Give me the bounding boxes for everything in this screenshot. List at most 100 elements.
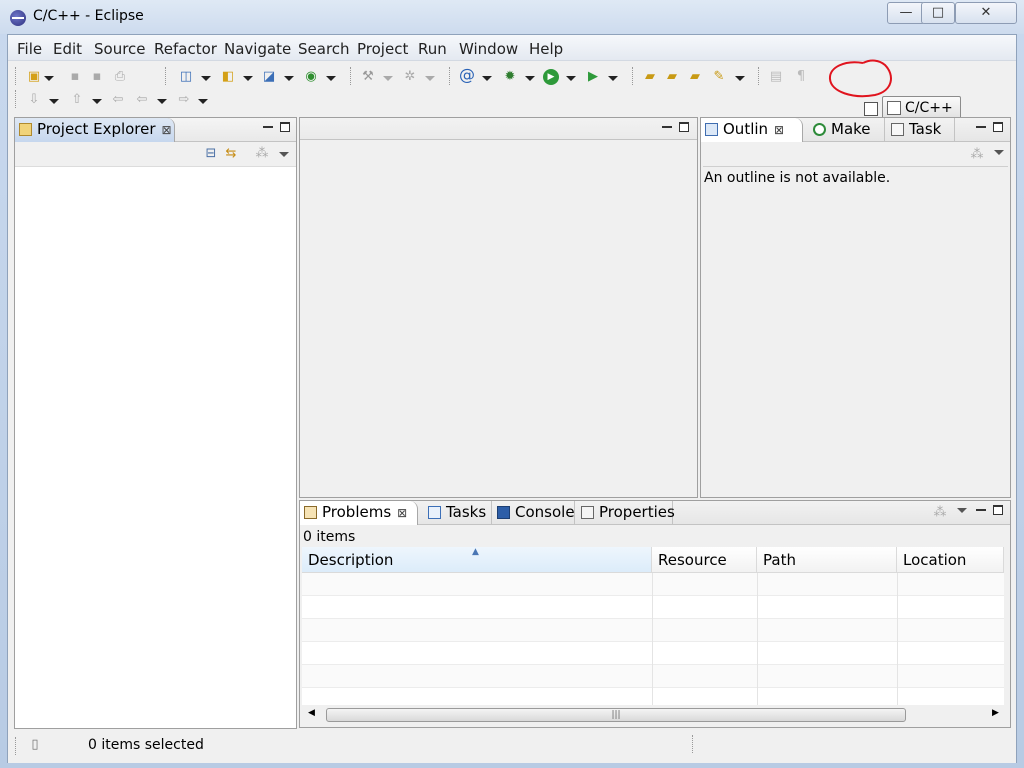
view-menu-icon[interactable] [994,150,1004,155]
view-menu-filter-icon[interactable]: ⁂ [254,146,270,162]
task-list-icon [891,123,904,136]
scroll-right-icon[interactable]: ▶ [992,708,999,718]
column-header-location[interactable]: Location [897,547,1004,573]
menu-project[interactable]: Project [357,40,408,58]
maximize-editor-icon[interactable] [679,122,689,132]
run-icon[interactable]: ▶ [543,69,559,85]
menu-navigate[interactable]: Navigate [224,40,291,58]
new-class-icon[interactable]: ◉ [303,69,319,85]
view-menu-icon[interactable] [279,152,289,157]
close-button[interactable]: ✕ [955,2,1017,24]
maximize-view-icon[interactable] [280,122,290,132]
menu-window[interactable]: Window [459,40,518,58]
new-source-file-icon[interactable]: ◪ [261,69,277,85]
toolbar-separator [632,67,633,85]
maximize-view-icon[interactable] [993,122,1003,132]
new-source-folder-icon[interactable]: ◧ [220,69,236,85]
search-at-icon[interactable]: @ [459,67,475,83]
tools-pen-icon[interactable]: ✎ [711,69,727,85]
menu-edit[interactable]: Edit [53,40,82,58]
external-tools-icon[interactable]: ▶ [585,69,601,85]
column-header-resource[interactable]: Resource [652,547,757,573]
build-dropdown-icon[interactable] [383,76,393,81]
close-tab-icon[interactable]: ⊠ [774,123,784,137]
annotation-prev-dropdown-icon[interactable] [92,99,102,104]
new-class-dropdown-icon[interactable] [326,76,336,81]
menu-bar: File Edit Source Refactor Navigate Searc… [8,35,1016,61]
view-menu-filter-icon[interactable]: ⁂ [932,505,948,521]
print-icon[interactable]: ⎙ [112,69,128,85]
back-icon[interactable]: ⇦ [134,92,150,108]
menu-search[interactable]: Search [298,40,350,58]
collapse-all-icon[interactable]: ⊟ [203,146,219,162]
tab-tasks[interactable]: Tasks [424,501,492,525]
cpp-perspective-icon [887,101,901,115]
tab-outline[interactable]: Outlin ⊠ [701,118,803,142]
new-dropdown-icon[interactable] [44,76,54,81]
tab-label: Project Explorer [37,120,156,138]
menu-run[interactable]: Run [418,40,447,58]
scrollbar-thumb[interactable]: ||| [326,708,906,722]
link-with-editor-icon[interactable]: ⇆ [223,146,239,162]
tab-problems[interactable]: Problems ⊠ [300,501,418,525]
maximize-button[interactable]: □ [921,2,955,24]
build-icon[interactable]: ⚒ [360,69,376,85]
tab-console[interactable]: Console [493,501,575,525]
close-tab-icon[interactable]: ⊠ [162,123,172,137]
build-all-dropdown-icon[interactable] [425,76,435,81]
save-icon[interactable]: ▪ [67,69,83,85]
open-perspective-icon[interactable] [864,102,878,116]
tab-project-explorer[interactable]: Project Explorer ⊠ [15,118,175,142]
column-divider [757,573,758,705]
annotation-next-icon[interactable]: ⇩ [26,92,42,108]
forward-icon[interactable]: ⇨ [176,92,192,108]
new-file-dropdown-icon[interactable] [284,76,294,81]
view-menu-filter-icon[interactable]: ⁂ [969,147,985,163]
debug-dropdown-icon[interactable] [525,76,535,81]
debug-icon[interactable]: ✹ [502,69,518,85]
column-header-path[interactable]: Path [757,547,897,573]
annotation-next-dropdown-icon[interactable] [49,99,59,104]
open-type-icon[interactable]: ▰ [642,69,658,85]
menu-file[interactable]: File [17,40,42,58]
item-count: 0 items [303,529,356,545]
show-whitespace-icon[interactable]: ¶ [793,69,809,85]
forward-dropdown-icon[interactable] [198,99,208,104]
view-menu-icon[interactable] [957,508,967,513]
search-dropdown-icon[interactable] [482,76,492,81]
back-dropdown-icon[interactable] [157,99,167,104]
maximize-view-icon[interactable] [993,505,1003,515]
minimize-view-icon[interactable] [976,505,986,515]
horizontal-scrollbar[interactable]: ◀ ||| ▶ [302,705,1004,725]
tab-properties[interactable]: Properties [577,501,675,525]
close-tab-icon[interactable]: ⊠ [397,506,407,520]
scroll-left-icon[interactable]: ◀ [308,708,315,718]
build-all-icon[interactable]: ✲ [402,69,418,85]
new-folder-dropdown-icon[interactable] [243,76,253,81]
save-all-icon[interactable]: ▪ [89,69,105,85]
minimize-button[interactable]: — [887,2,925,24]
menu-refactor[interactable]: Refactor [154,40,217,58]
minimize-view-icon[interactable] [976,122,986,132]
toggle-mark-icon[interactable]: ▤ [768,69,784,85]
minimize-view-icon[interactable] [263,122,273,132]
annotation-prev-icon[interactable]: ⇧ [69,92,85,108]
menu-help[interactable]: Help [529,40,563,58]
open-element-icon[interactable]: ▰ [664,69,680,85]
open-folder-icon[interactable]: ▰ [687,69,703,85]
project-explorer-header: Project Explorer ⊠ [15,118,296,142]
tab-task[interactable]: Task [887,118,955,142]
fast-view-icon[interactable]: ▯ [27,737,43,753]
title-bar: C/C++ - Eclipse — □ ✕ [0,0,1024,34]
menu-source[interactable]: Source [94,40,146,58]
toolbar-separator [350,67,351,85]
tools-dropdown-icon[interactable] [735,76,745,81]
new-cpp-project-icon[interactable]: ◫ [178,69,194,85]
external-tools-dropdown-icon[interactable] [608,76,618,81]
last-edit-icon[interactable]: ⇦ [110,92,126,108]
new-icon[interactable]: ▣ [26,69,42,85]
minimize-editor-icon[interactable] [662,122,672,132]
run-dropdown-icon[interactable] [566,76,576,81]
tab-make[interactable]: Make [809,118,885,142]
new-project-dropdown-icon[interactable] [201,76,211,81]
